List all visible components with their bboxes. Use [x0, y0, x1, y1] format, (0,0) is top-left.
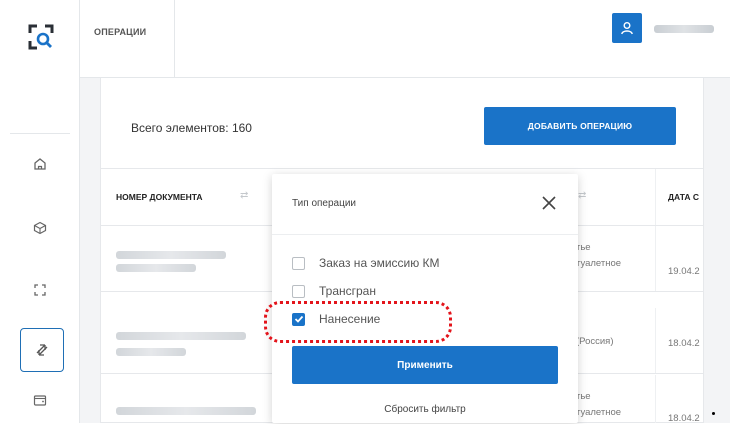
checkbox[interactable] — [292, 284, 305, 298]
filter-option-label: Трансгран — [319, 284, 376, 298]
sidebar-item-scan[interactable] — [24, 274, 56, 306]
popup-title: Тип операции — [292, 198, 357, 209]
section-title[interactable]: ОПЕРАЦИИ — [80, 0, 175, 78]
left-sidebar — [0, 0, 80, 423]
user-avatar-button[interactable] — [612, 13, 642, 43]
operation-type-filter-popup: Тип операции Заказ на эмиссию КМ Трансгр… — [272, 174, 578, 423]
user-name-redacted[interactable] — [654, 25, 714, 33]
add-operation-button[interactable]: ДОБАВИТЬ ОПЕРАЦИЮ — [484, 107, 676, 145]
scan-icon — [34, 284, 46, 296]
reset-filter-link[interactable]: Сбросить фильтр — [272, 404, 578, 415]
document-number-redacted — [116, 348, 186, 356]
total-count: Всего элементов: 160 — [131, 121, 252, 135]
document-number-redacted — [116, 251, 226, 259]
document-number-redacted — [116, 407, 256, 415]
filter-option-label: Заказ на эмиссию КМ — [319, 256, 440, 270]
document-number-redacted — [116, 264, 196, 272]
user-icon — [621, 22, 633, 35]
box-icon — [33, 221, 47, 235]
rail-divider — [10, 133, 70, 134]
popup-divider — [272, 234, 578, 235]
checkbox[interactable] — [292, 256, 305, 270]
column-divider — [655, 375, 656, 423]
operations-icon — [36, 344, 48, 356]
highlight-annotation — [264, 301, 452, 343]
close-icon[interactable] — [540, 194, 558, 212]
date-cell: 19.04.2 — [668, 266, 700, 277]
sidebar-item-products[interactable] — [24, 212, 56, 244]
wallet-icon — [33, 395, 47, 406]
date-cell: 18.04.2 — [668, 338, 700, 349]
column-header-document-number[interactable]: НОМЕР ДОКУМЕНТА — [116, 192, 203, 202]
document-number-redacted — [116, 332, 246, 340]
sort-icon[interactable]: ⇄ — [578, 190, 586, 201]
logo-icon[interactable] — [28, 24, 54, 50]
operation-type-cell: (Россия) — [576, 336, 614, 347]
sidebar-item-home[interactable] — [24, 148, 56, 180]
home-icon — [34, 158, 46, 170]
top-header: ОПЕРАЦИИ — [80, 0, 730, 78]
date-cell: 18.04.2 — [668, 413, 700, 424]
operation-type-cell: тье туалетное — [576, 391, 622, 418]
apply-filter-button[interactable]: Применить — [292, 346, 558, 384]
sort-icon[interactable]: ⇄ — [240, 190, 248, 201]
column-divider — [655, 226, 656, 291]
sidebar-item-operations[interactable] — [20, 328, 64, 372]
operation-type-cell: тье туалетное — [576, 242, 622, 269]
sidebar-item-wallet[interactable] — [24, 384, 56, 416]
dot-mark — [712, 412, 715, 415]
column-divider — [655, 308, 656, 373]
filter-option-emission-order[interactable]: Заказ на эмиссию КМ — [292, 256, 440, 270]
column-divider — [655, 169, 656, 225]
column-header-date[interactable]: ДАТА С — [668, 192, 699, 202]
filter-option-transgran[interactable]: Трансгран — [292, 284, 376, 298]
